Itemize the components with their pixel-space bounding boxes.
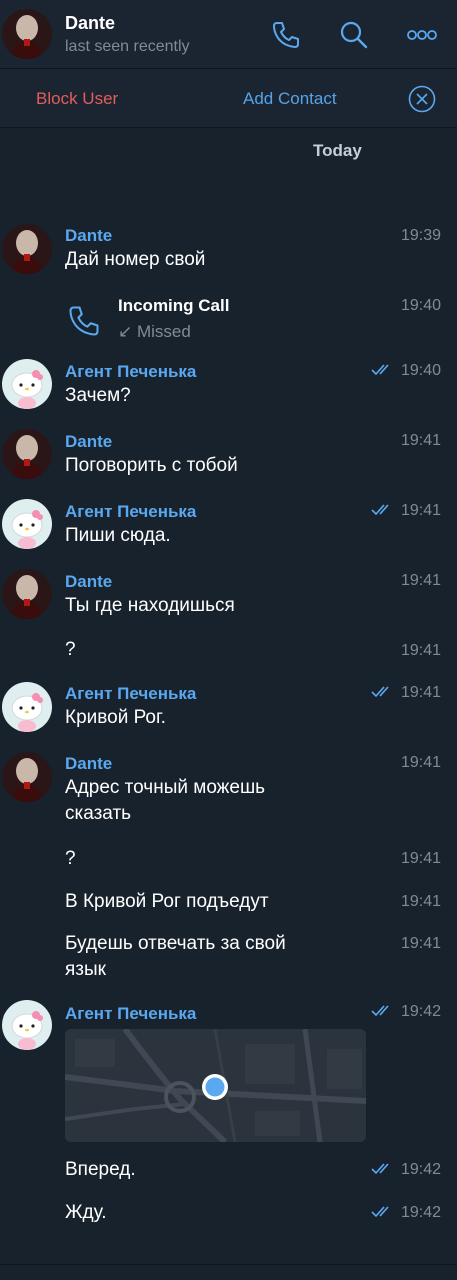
message-time: 19:42 (400, 1003, 441, 1020)
more-icon[interactable] (406, 19, 438, 51)
phone-icon[interactable] (270, 19, 302, 51)
message-time: 19:41 (400, 572, 441, 589)
read-check-icon (371, 1162, 393, 1176)
message-time: 19:40 (400, 362, 441, 379)
message-time: 19:42 (400, 1161, 441, 1178)
message-time: 19:39 (400, 227, 441, 244)
read-check-icon (371, 1205, 393, 1219)
message-time: 19:42 (400, 1204, 441, 1221)
message-sender[interactable]: Агент Печенька (65, 502, 196, 522)
message-sender[interactable]: Агент Печенька (65, 684, 196, 704)
contact-name: Dante (65, 13, 116, 33)
divider (0, 1264, 457, 1265)
message-time: 19:41 (400, 684, 441, 701)
message-text: Адрес точный можешь сказать (65, 777, 266, 824)
message-text: Зачем? (65, 385, 131, 406)
add-contact-button[interactable]: Add Contact (243, 89, 337, 109)
message-time: 19:41 (400, 502, 441, 519)
message-text: Будешь отвечать за свой язык (65, 933, 286, 980)
phone-icon[interactable] (66, 303, 102, 339)
message-text: Кривой Рог. (65, 707, 166, 728)
avatar[interactable] (2, 1000, 52, 1050)
action-bar: Block User Add Contact (0, 69, 457, 128)
message-sender[interactable]: Dante (65, 432, 112, 452)
message-time: 19:41 (400, 935, 441, 952)
message-text: Дай номер свой (65, 249, 206, 270)
message-time: 19:40 (400, 297, 441, 314)
location-pin-icon (202, 1074, 228, 1100)
read-check-icon (371, 503, 393, 517)
message-text: Вперед. (65, 1159, 136, 1180)
message-time: 19:41 (400, 893, 441, 910)
chat-header: Dante last seen recently (0, 0, 457, 69)
call-status: ↙ Missed (118, 322, 191, 341)
message-sender[interactable]: Агент Печенька (65, 1004, 196, 1024)
message-time: 19:41 (400, 850, 441, 867)
message-text: Поговорить с тобой (65, 455, 238, 476)
contact-status: last seen recently (65, 38, 190, 55)
location-map[interactable] (65, 1029, 366, 1142)
message-text: Пиши сюда. (65, 525, 171, 546)
message-text: В Кривой Рог подъедут (65, 891, 269, 912)
message-time: 19:41 (400, 754, 441, 771)
avatar[interactable] (2, 569, 52, 619)
block-user-button[interactable]: Block User (36, 89, 118, 109)
close-icon[interactable] (408, 85, 436, 113)
avatar[interactable] (2, 429, 52, 479)
message-time: 19:41 (400, 642, 441, 659)
message-sender[interactable]: Агент Печенька (65, 362, 196, 382)
message-text: Жду. (65, 1202, 107, 1223)
message-sender[interactable]: Dante (65, 572, 112, 592)
read-check-icon (371, 363, 393, 377)
search-icon[interactable] (338, 19, 370, 51)
avatar[interactable] (2, 682, 52, 732)
message-sender[interactable]: Dante (65, 226, 112, 246)
avatar[interactable] (2, 224, 52, 274)
avatar[interactable] (2, 752, 52, 802)
read-check-icon (371, 1004, 393, 1018)
avatar[interactable] (2, 359, 52, 409)
message-text: ? (65, 639, 76, 660)
message-time: 19:41 (400, 432, 441, 449)
date-separator: Today (313, 141, 362, 160)
message-text: Ты где находишься (65, 595, 235, 616)
avatar[interactable] (2, 499, 52, 549)
message-sender[interactable]: Dante (65, 754, 112, 774)
contact-avatar[interactable] (2, 9, 52, 59)
call-title: Incoming Call (118, 296, 230, 315)
message-text: ? (65, 848, 76, 869)
read-check-icon (371, 685, 393, 699)
